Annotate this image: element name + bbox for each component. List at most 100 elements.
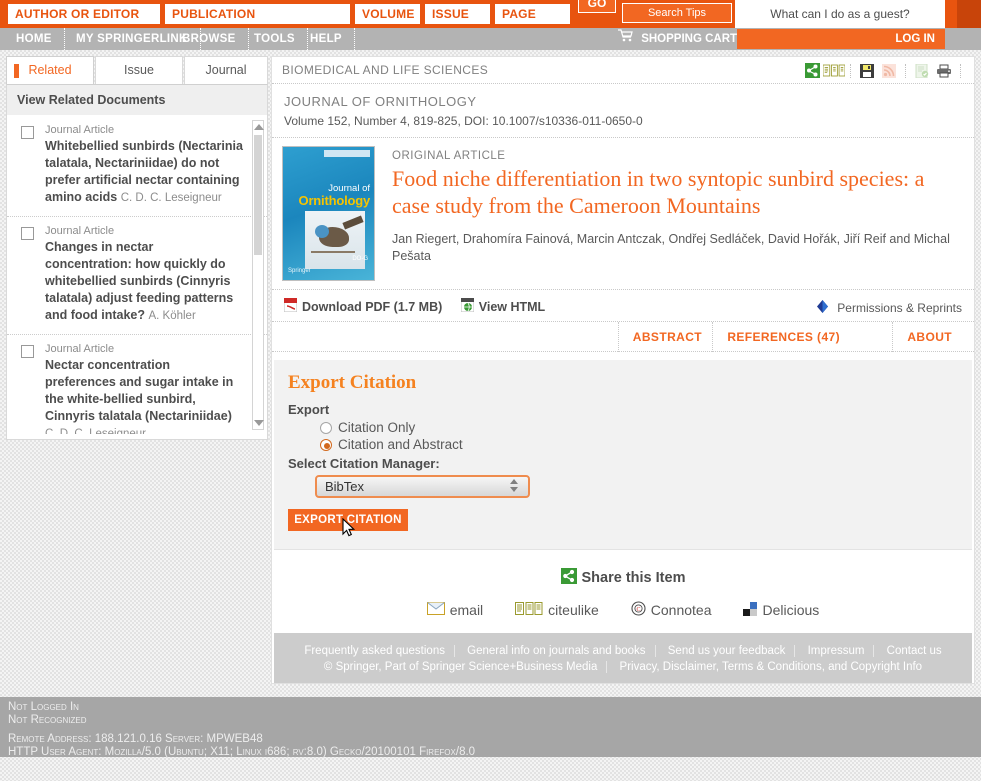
list-item-title-text: Nectar concentration preferences and sug… (45, 358, 234, 423)
footer-link-feedback[interactable]: Send us your feedback (658, 645, 796, 657)
radio-citation-only-label: Citation Only (338, 420, 416, 435)
tab-references[interactable]: REFERENCES (47) (712, 322, 854, 352)
bird-tail (342, 215, 364, 230)
nav-item-browse[interactable]: BROWSE (170, 28, 249, 50)
radio-citation-only-input[interactable] (320, 421, 332, 434)
download-bar: Download PDF (1.7 MB) View HTML Permissi… (272, 290, 974, 322)
copyright-clearance-icon (814, 299, 831, 317)
footer-link-faq[interactable]: Frequently asked questions (295, 645, 455, 657)
citeulike-icon[interactable] (823, 61, 845, 80)
main-navigation: HOME MY SPRINGERLINK BROWSE TOOLS HELP S… (0, 28, 981, 50)
list-item-checkbox[interactable] (21, 345, 34, 358)
rss-icon[interactable] (878, 61, 900, 80)
radio-citation-and-abstract[interactable]: Citation and Abstract (320, 437, 958, 452)
sidebar-tab-journal[interactable]: Journal (184, 56, 268, 84)
footer-links: Frequently asked questions General info … (274, 642, 972, 661)
search-input-publication[interactable]: PUBLICATION (165, 4, 350, 24)
share-links: email citeulike C Connotea Delicious (272, 601, 974, 619)
email-icon (426, 602, 445, 618)
radio-citation-and-abstract-input[interactable] (320, 438, 332, 451)
share-link-connotea[interactable]: C Connotea (631, 601, 711, 619)
nav-item-home[interactable]: HOME (4, 28, 65, 50)
sidebar-scrollbar[interactable] (252, 120, 264, 430)
journal-name[interactable]: JOURNAL OF ORNITHOLOGY (284, 94, 962, 109)
search-tips-button[interactable]: Search Tips (622, 3, 732, 23)
add-document-icon[interactable] (911, 61, 933, 80)
permissions-label: Permissions & Reprints (837, 301, 962, 315)
citation-manager-select[interactable]: BibTex (315, 475, 530, 498)
share-link-delicious-label: Delicious (762, 602, 820, 618)
footer-link-impressum[interactable]: Impressum (798, 645, 875, 657)
nav-item-help[interactable]: HELP (298, 28, 355, 50)
shopping-cart-link[interactable]: SHOPPING CART (618, 28, 737, 50)
select-spinner-icon[interactable] (510, 479, 518, 492)
sidebar-tabs: Related Issue Journal (6, 56, 268, 84)
view-html-label: View HTML (478, 299, 546, 314)
tab-about[interactable]: ABOUT (892, 322, 966, 352)
bird-head (315, 225, 329, 238)
status-recognized: Not Recognized (8, 714, 87, 726)
bird-branch (311, 251, 355, 253)
footer-link-general-info[interactable]: General info on journals and books (458, 645, 656, 657)
export-label: Export (288, 402, 330, 417)
share-icon[interactable] (801, 61, 823, 80)
shopping-cart-label: SHOPPING CART (641, 33, 738, 46)
share-link-citeulike[interactable]: citeulike (515, 602, 599, 618)
download-pdf-link[interactable]: Download PDF (1.7 MB) (283, 297, 442, 315)
permissions-reprints-link[interactable]: Permissions & Reprints (814, 299, 962, 317)
sidebar-tab-issue[interactable]: Issue (95, 56, 183, 84)
share-icon[interactable] (560, 568, 577, 588)
related-documents-list: Journal Article Whitebellied sunbirds (N… (7, 116, 267, 434)
spinner-down-icon (510, 487, 518, 492)
guest-help-link[interactable]: What can I do as a guest? (735, 0, 945, 28)
header-corner-block (957, 0, 981, 28)
scroll-down-arrow-icon[interactable] (254, 420, 264, 426)
search-bar: AUTHOR OR EDITOR PUBLICATION VOLUME ISSU… (0, 0, 981, 28)
search-input-issue[interactable]: ISSUE (425, 4, 490, 24)
footer-legal-link[interactable]: Privacy, Disclaimer, Terms & Conditions,… (611, 661, 932, 673)
scrollbar-thumb[interactable] (254, 135, 262, 255)
tab-abstract[interactable]: ABSTRACT (617, 322, 716, 352)
list-item-title-text: Changes in nectar concentration: how qui… (45, 240, 234, 322)
article-body: ORIGINAL ARTICLE Food niche differentiat… (392, 150, 962, 265)
list-item-title[interactable]: Changes in nectar concentration: how qui… (45, 239, 243, 325)
journal-header: JOURNAL OF ORNITHOLOGY Volume 152, Numbe… (272, 84, 974, 138)
status-user-agent: HTTP User Agent: Mozilla/5.0 (Ubuntu; X1… (8, 746, 476, 758)
mouse-cursor (342, 517, 356, 538)
radio-citation-only[interactable]: Citation Only (320, 420, 958, 435)
journal-cover-image[interactable]: Journal of Ornithology DO-G Springer (282, 146, 375, 281)
list-item-checkbox[interactable] (21, 126, 34, 139)
share-section: Share this Item email citeulike C Connot… (272, 550, 974, 633)
sidebar-tab-related[interactable]: Related (6, 56, 94, 84)
footer-link-contact[interactable]: Contact us (878, 645, 951, 657)
print-icon[interactable] (933, 61, 955, 80)
footer-legal-row: © Springer, Part of Springer Science+Bus… (274, 661, 972, 673)
list-item-type: Journal Article (45, 343, 115, 355)
save-icon[interactable] (856, 61, 878, 80)
site-footer: Frequently asked questions General info … (274, 633, 972, 683)
list-item[interactable]: Journal Article Nectar concentration pre… (7, 335, 267, 434)
list-item-author: A. Köhler (148, 310, 196, 322)
log-in-button[interactable]: LOG IN (737, 29, 945, 49)
view-html-link[interactable]: View HTML (460, 297, 546, 315)
list-item-title[interactable]: Whitebellied sunbirds (Nectarinia talata… (45, 138, 243, 207)
status-logged-in: Not Logged In (8, 701, 79, 713)
list-item-title[interactable]: Nectar concentration preferences and sug… (45, 357, 243, 434)
list-item-type: Journal Article (45, 124, 115, 136)
article-header: Journal of Ornithology DO-G Springer ORI… (272, 138, 974, 290)
article-title[interactable]: Food niche differentiation in two syntop… (392, 165, 962, 219)
search-go-button[interactable]: GO (578, 0, 616, 13)
list-item[interactable]: Journal Article Changes in nectar concen… (7, 217, 267, 335)
share-link-delicious[interactable]: Delicious (743, 601, 820, 619)
citation-manager-label: Select Citation Manager: (288, 456, 440, 471)
breadcrumb[interactable]: BIOMEDICAL AND LIFE SCIENCES (282, 63, 488, 77)
breadcrumb-bar: BIOMEDICAL AND LIFE SCIENCES (272, 57, 974, 84)
search-input-author-or-editor[interactable]: AUTHOR OR EDITOR (8, 4, 160, 24)
list-item[interactable]: Journal Article Whitebellied sunbirds (N… (7, 116, 267, 217)
scroll-up-arrow-icon[interactable] (254, 124, 264, 130)
list-item-checkbox[interactable] (21, 227, 34, 240)
share-link-email[interactable]: email (426, 602, 483, 618)
shopping-cart-icon (618, 28, 633, 50)
search-input-page[interactable]: PAGE (495, 4, 570, 24)
search-input-volume[interactable]: VOLUME (355, 4, 420, 24)
